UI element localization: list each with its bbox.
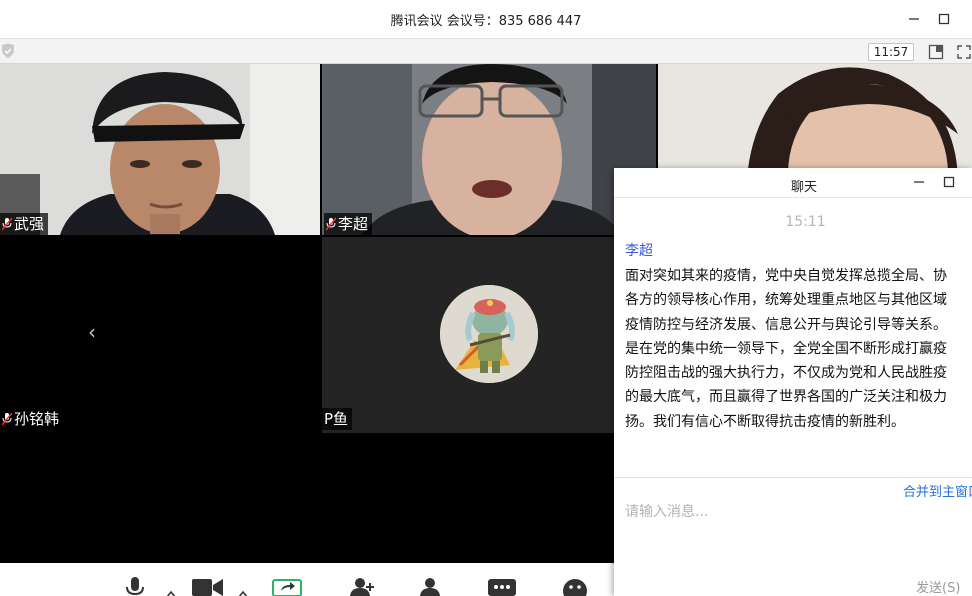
meeting-control-bar (0, 563, 614, 596)
chevron-up-icon[interactable] (238, 583, 248, 596)
minimize-icon[interactable] (909, 172, 929, 192)
chat-message-line: 是在党的集中统一领导下，全党全国不断形成打赢疫 (625, 340, 947, 357)
minimize-icon[interactable] (904, 9, 924, 29)
maximize-icon[interactable] (934, 9, 954, 29)
participant-name-tag: 孙铭韩 (0, 408, 64, 430)
layout-icon[interactable] (928, 44, 944, 60)
mic-muted-icon (2, 412, 12, 426)
window-title: 腾讯会议 会议号：835 686 447 (390, 14, 582, 29)
participant-name-tag: P鱼 (322, 408, 353, 430)
video-tile-participant-4[interactable]: 孙铭韩 (0, 237, 320, 433)
video-tile-participant-1[interactable]: 武强 (0, 64, 320, 235)
fullscreen-icon[interactable] (956, 44, 972, 60)
chat-message: 面对突如其来的疫情，党中央自觉发挥总揽全局、协 各方的领导核心作用，统筹处理重点… (625, 264, 972, 434)
chat-message-line: 疫情防控与经济发展、信息公开与舆论引导等关系。 (625, 316, 947, 333)
maximize-icon[interactable] (939, 172, 959, 192)
chat-message-line: 各方的领导核心作用，统筹处理重点地区与其他区域 (625, 292, 947, 309)
chat-divider (614, 477, 972, 478)
mic-muted-icon (326, 217, 336, 231)
participant-name: 武强 (14, 215, 45, 233)
chat-icon[interactable] (488, 579, 516, 596)
participant-video (322, 64, 656, 235)
send-button[interactable]: 发送(S) (916, 577, 960, 596)
invite-icon[interactable] (348, 577, 376, 596)
chevron-up-icon[interactable] (166, 583, 176, 596)
participant-name: 孙铭韩 (14, 410, 60, 428)
avatar (440, 285, 538, 383)
video-tile-participant-5[interactable]: P鱼 (322, 237, 614, 433)
microphone-icon[interactable] (126, 577, 144, 596)
chat-window: 聊天 15:11 李超 面对突如其来的疫情，党中央自觉发挥总揽全局、协 各方的领… (614, 168, 972, 596)
meeting-toolbar: 11:57 (0, 38, 972, 64)
participant-name: P鱼 (324, 410, 349, 428)
chat-sender-name[interactable]: 李超 (625, 240, 653, 260)
shield-icon[interactable] (0, 43, 16, 59)
participant-name: 李超 (338, 215, 369, 233)
chat-title-bar: 聊天 (614, 168, 972, 198)
participant-name-tag: 李超 (324, 213, 373, 235)
members-icon[interactable] (416, 577, 444, 596)
share-screen-icon[interactable] (272, 579, 302, 596)
previous-page-arrow-icon[interactable]: ‹ (76, 316, 108, 348)
chat-message-line: 面对突如其来的疫情，党中央自觉发挥总揽全局、协 (625, 268, 947, 284)
title-bar: 腾讯会议 会议号：835 686 447 (0, 0, 972, 38)
camera-icon[interactable] (192, 579, 224, 596)
chat-message-line: 的最大底气，而且赢得了世界各国的广泛关注和极力 (625, 389, 947, 406)
meeting-clock: 11:57 (868, 43, 914, 61)
participant-name-tag: 武强 (0, 213, 49, 235)
chat-message-line: 防控阻击战的强大执行力，不仅成为党和人民战胜疫 (625, 365, 947, 382)
video-tile-participant-2[interactable]: 李超 (322, 64, 656, 235)
chat-timestamp: 15:11 (785, 214, 826, 230)
chat-message-input[interactable]: 请输入消息... (625, 501, 708, 521)
chat-message-line: 扬。我们有信心不断取得抗击疫情的新胜利。 (625, 413, 905, 430)
participant-video (0, 64, 320, 235)
mic-muted-icon (2, 217, 12, 231)
merge-to-main-window-link[interactable]: 合并到主窗口 (903, 481, 972, 500)
cartoon-soldier-avatar-image (440, 285, 538, 383)
emoji-icon[interactable] (562, 578, 588, 596)
